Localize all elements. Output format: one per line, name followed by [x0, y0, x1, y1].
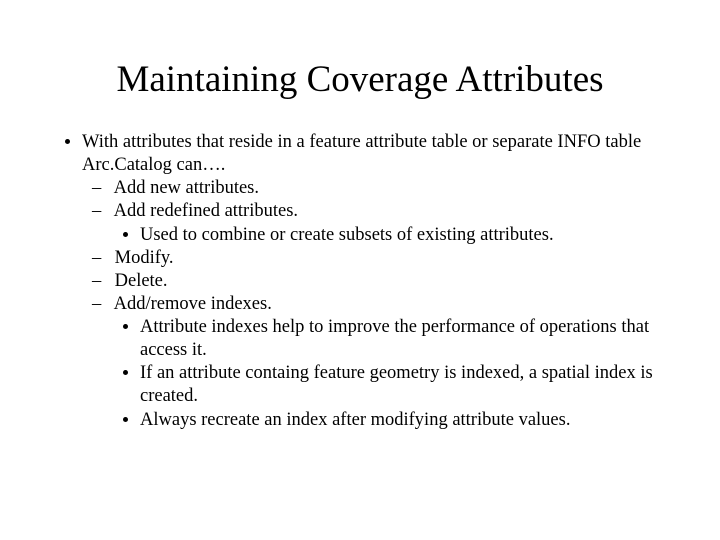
bullet-intro: With attributes that reside in a feature…: [82, 132, 641, 175]
subsub-item: If an attribute containg feature geometr…: [140, 362, 672, 408]
sub-item-label: Add/remove indexes.: [114, 294, 272, 314]
subsub-list: Attribute indexes help to improve the pe…: [110, 316, 672, 432]
slide: Maintaining Coverage Attributes With att…: [0, 0, 720, 540]
bullet-list: With attributes that reside in a feature…: [48, 131, 672, 432]
slide-title: Maintaining Coverage Attributes: [48, 58, 672, 101]
sub-list: Add new attributes. Add redefined attrib…: [82, 177, 672, 431]
sub-item: Add new attributes.: [110, 177, 672, 200]
subsub-item: Used to combine or create subsets of exi…: [140, 224, 672, 247]
subsub-list: Used to combine or create subsets of exi…: [110, 224, 672, 247]
sub-item: Modify.: [110, 247, 672, 270]
subsub-item-label: Attribute indexes help to improve the pe…: [140, 317, 649, 360]
sub-item-label: Add new attributes.: [114, 178, 259, 198]
sub-item-label: Modify.: [115, 248, 174, 268]
sub-item-label: Add redefined attributes.: [114, 201, 298, 221]
subsub-item: Always recreate an index after modifying…: [140, 409, 672, 432]
subsub-item: Attribute indexes help to improve the pe…: [140, 316, 672, 362]
sub-item: Delete.: [110, 270, 672, 293]
subsub-item-label: Always recreate an index after modifying…: [140, 410, 570, 430]
subsub-item-label: Used to combine or create subsets of exi…: [140, 225, 554, 245]
bullet-item: With attributes that reside in a feature…: [82, 131, 672, 432]
subsub-item-label: If an attribute containg feature geometr…: [140, 363, 653, 406]
sub-item: Add/remove indexes. Attribute indexes he…: [110, 293, 672, 432]
sub-item: Add redefined attributes. Used to combin…: [110, 200, 672, 246]
sub-item-label: Delete.: [115, 271, 168, 291]
